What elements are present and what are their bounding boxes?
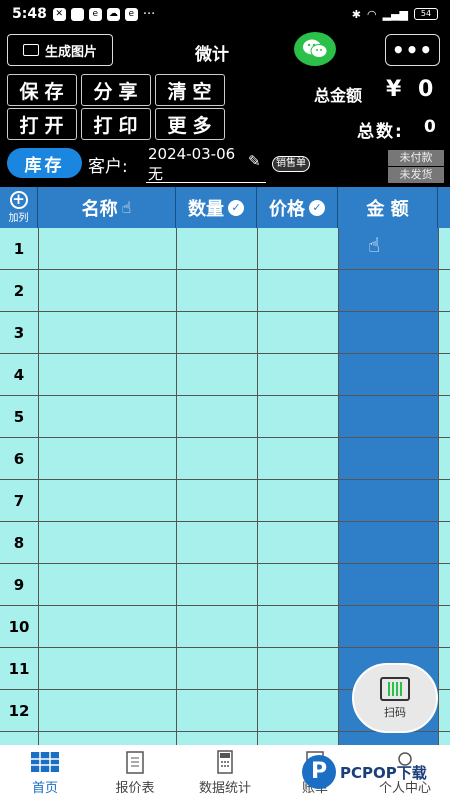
row-number: 2: [13, 282, 25, 300]
total-count-label: 总数:: [357, 122, 404, 142]
watermark-logo: P: [302, 755, 336, 789]
status-bar: 5:48 ✕ e ☁ e ··· ✱ ◠ ▂▄▆ 54: [0, 0, 450, 28]
row-number: 10: [8, 618, 30, 636]
doc-type-badge[interactable]: 销售单: [272, 156, 310, 172]
items-table: + 加列 名称 ☝ 数量 ✓ 价格 ✓ 金 额 1 2 3 4 5 6 7 8 9 10 11 12 …: [0, 187, 450, 745]
calculator-icon: [217, 749, 233, 774]
watermark-text: PCPOP下载: [340, 763, 427, 782]
total-amount-value: 0: [418, 77, 434, 102]
notification-icon: e: [124, 7, 138, 21]
nav-stats[interactable]: 数据统计: [180, 745, 270, 800]
table-row[interactable]: 6: [0, 438, 450, 480]
plus-icon: +: [9, 191, 28, 209]
signal-icon: ▂▄▆: [382, 7, 408, 21]
row-number: 9: [13, 576, 25, 594]
column-price-label: 价格: [269, 198, 305, 220]
order-date[interactable]: 2024-03-06: [148, 145, 235, 163]
table-row[interactable]: 8: [0, 522, 450, 564]
notification-icon: ✕: [52, 7, 66, 21]
total-count-value: 0: [424, 117, 436, 137]
watermark: P PCPOP下载: [302, 755, 427, 789]
generate-image-label: 生成图片: [44, 44, 97, 60]
more-actions-button[interactable]: 更多: [155, 108, 225, 140]
column-header-name[interactable]: 名称 ☝: [38, 187, 176, 228]
clear-button[interactable]: 清空: [155, 74, 225, 106]
tap-hand-icon: ☝: [368, 233, 381, 257]
check-icon: ✓: [309, 199, 325, 216]
table-row[interactable]: 1: [0, 228, 450, 270]
column-name-label: 名称: [81, 198, 118, 220]
bluetooth-icon: ✱: [351, 7, 361, 21]
edit-icon[interactable]: ✎: [248, 152, 261, 170]
customer-underline: [146, 182, 266, 183]
row-number: 1: [13, 240, 25, 258]
nav-home-label: 首页: [31, 780, 58, 796]
table-row[interactable]: 7: [0, 480, 450, 522]
table-row[interactable]: 5: [0, 396, 450, 438]
add-column-button[interactable]: + 加列: [0, 187, 38, 228]
table-row[interactable]: 3: [0, 312, 450, 354]
nav-quote[interactable]: 报价表: [90, 745, 180, 800]
row-number: 4: [13, 366, 25, 384]
stock-button[interactable]: 库存: [7, 148, 82, 178]
notification-icon: e: [88, 7, 102, 21]
row-number: 11: [8, 660, 30, 678]
notification-icon: [70, 7, 84, 21]
clipboard-icon: [126, 750, 144, 774]
grid-icon: [31, 751, 59, 772]
row-number: 3: [13, 324, 25, 342]
print-button[interactable]: 打印: [81, 108, 151, 140]
notification-icon: ☁: [106, 7, 120, 21]
wechat-share-button[interactable]: [294, 32, 336, 66]
scan-label: 扫码: [384, 705, 406, 719]
generate-image-button[interactable]: 生成图片: [7, 34, 113, 66]
open-button[interactable]: 打开: [7, 108, 77, 140]
table-row[interactable]: 2: [0, 270, 450, 312]
barcode-icon: [380, 676, 410, 701]
table-row[interactable]: 4: [0, 354, 450, 396]
table-row[interactable]: 10: [0, 606, 450, 648]
image-icon: [22, 44, 39, 56]
row-number: 5: [13, 408, 25, 426]
save-button[interactable]: 保存: [7, 74, 77, 106]
nav-quote-label: 报价表: [115, 780, 155, 796]
customer-label: 客户:: [88, 157, 128, 177]
row-number: 7: [13, 492, 25, 510]
row-number: 12: [8, 702, 30, 720]
unshipped-badge[interactable]: 未发货: [388, 167, 444, 183]
total-amount-label: 总金额: [314, 86, 363, 105]
wechat-icon: [303, 39, 328, 58]
unpaid-badge[interactable]: 未付款: [388, 150, 444, 166]
nav-home[interactable]: 首页: [0, 745, 90, 800]
row-number: 8: [13, 534, 25, 552]
battery-icon: 54: [414, 8, 438, 20]
column-amount-label: 金 额: [366, 198, 409, 220]
currency-symbol: ¥: [386, 77, 402, 102]
share-button[interactable]: 分享: [81, 74, 151, 106]
add-column-label: 加列: [8, 213, 29, 224]
table-header: + 加列 名称 ☝ 数量 ✓ 价格 ✓ 金 额: [0, 187, 450, 228]
column-header-amount[interactable]: 金 额: [338, 187, 438, 228]
column-header-price[interactable]: 价格 ✓: [257, 187, 338, 228]
status-time: 5:48: [12, 6, 47, 22]
app-title: 微计: [195, 45, 229, 65]
more-menu-button[interactable]: •••: [385, 34, 440, 66]
table-row[interactable]: 9: [0, 564, 450, 606]
wifi-icon: ◠: [367, 7, 377, 21]
nav-stats-label: 数据统计: [198, 780, 251, 796]
column-quantity-label: 数量: [188, 198, 224, 220]
tap-hand-icon: ☝: [121, 198, 132, 217]
row-number: 6: [13, 450, 25, 468]
check-icon: ✓: [228, 199, 244, 216]
scan-button[interactable]: 扫码: [352, 663, 438, 733]
title-bar: 生成图片 微计 •••: [0, 32, 450, 70]
column-header-quantity[interactable]: 数量 ✓: [176, 187, 257, 228]
customer-name[interactable]: 无: [148, 163, 163, 184]
more-notifications-icon: ···: [142, 6, 156, 22]
order-status-tags[interactable]: 未付款 未发货: [388, 150, 444, 184]
